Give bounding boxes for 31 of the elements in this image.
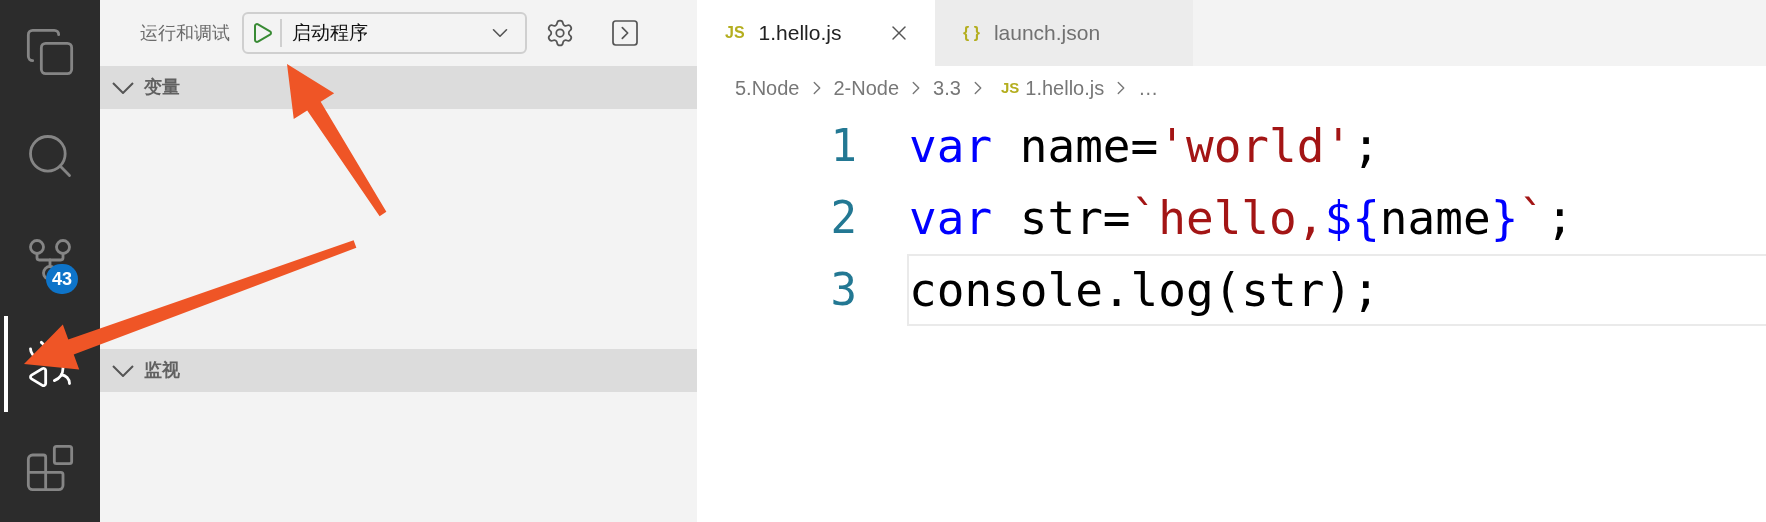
notification-badge: 43	[46, 264, 79, 294]
sidebar-title: 运行和调试	[140, 21, 230, 45]
line-number: 2	[829, 191, 857, 245]
editor-tab[interactable]: JS 1.hello.js	[697, 0, 935, 66]
file-type-icon: JS	[725, 21, 745, 45]
file-type-icon: { }	[963, 21, 980, 45]
breadcrumb-item[interactable]: …	[1138, 73, 1159, 103]
tab-label: 1.hello.js	[758, 20, 842, 47]
settings-icon[interactable]	[545, 18, 575, 48]
breadcrumb-item[interactable]: 1.hello.js	[1025, 73, 1105, 103]
tab-label: launch.json	[993, 20, 1101, 47]
terminal-icon[interactable]	[609, 17, 641, 49]
file-type-icon: JS	[1000, 76, 1020, 100]
launch-config-dropdown[interactable]: 启动程序	[242, 12, 527, 54]
launch-config-name: 启动程序	[292, 20, 368, 45]
code-line: var name='world';	[908, 117, 1381, 175]
files-icon	[24, 26, 76, 78]
section-header[interactable]: 变量	[100, 66, 697, 109]
section-title: 变量	[144, 76, 180, 99]
section-title: 监视	[144, 359, 180, 382]
editor-tab[interactable]: { } launch.json	[935, 0, 1193, 66]
breadcrumb-item[interactable]: 5.Node	[735, 73, 800, 103]
activity-item[interactable]: 43	[10, 220, 90, 300]
code-line: var str=`hello,${name}`;	[908, 189, 1575, 247]
breadcrumb-item[interactable]: 2-Node	[833, 73, 900, 103]
line-number: 3	[829, 263, 857, 317]
line-number: 1	[829, 119, 857, 173]
code-line: console.log(str);	[907, 254, 1766, 326]
extensions-icon	[24, 442, 76, 494]
breadcrumb-item[interactable]: 3.3	[933, 73, 961, 103]
section-header[interactable]: 监视	[100, 349, 697, 392]
